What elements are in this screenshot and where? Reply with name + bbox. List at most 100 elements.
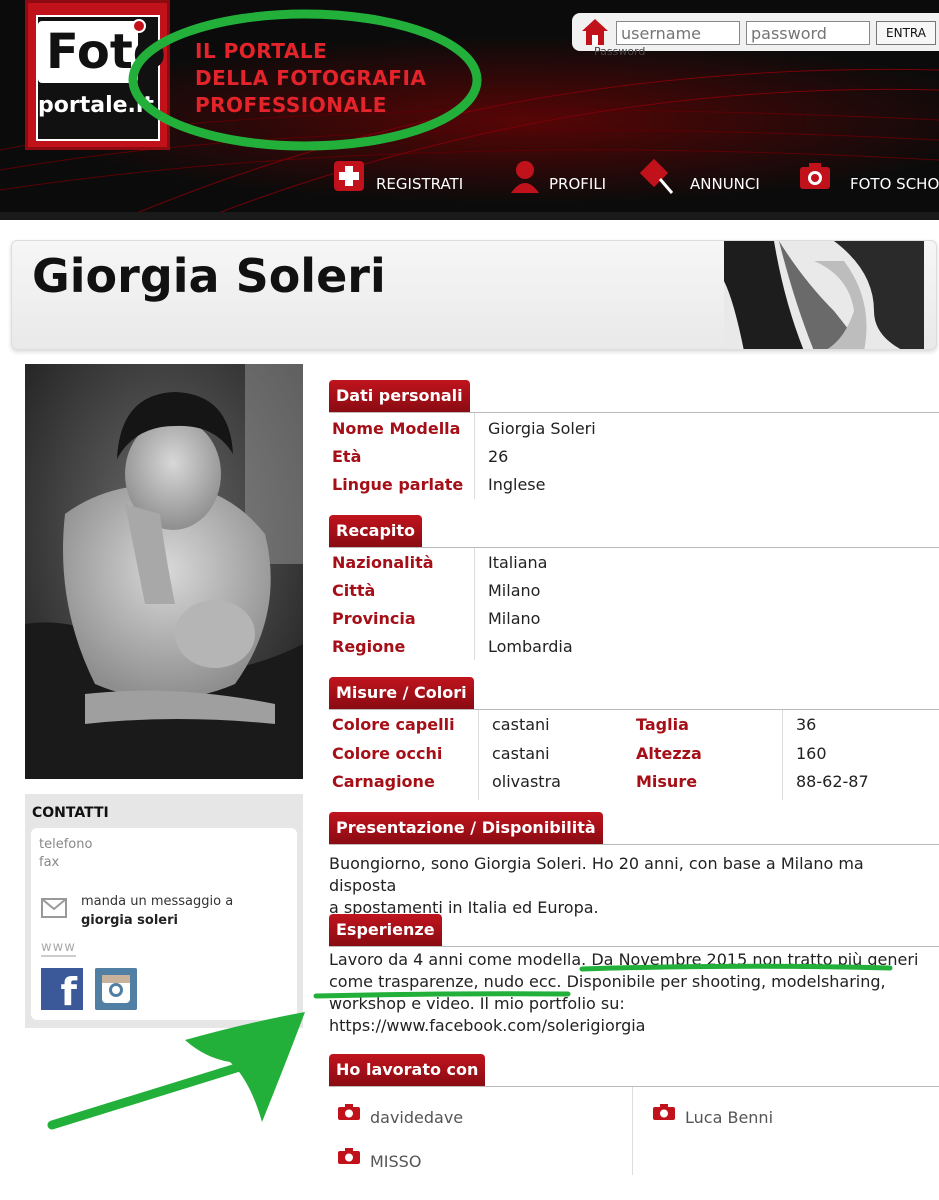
portfolio-link[interactable]: https://www.facebook.com/solerigiorgia: [329, 1015, 929, 1037]
envelope-icon[interactable]: [41, 898, 67, 918]
column-divider: [478, 710, 479, 800]
label-occhi: Colore occhi: [332, 744, 443, 763]
contacts-panel: CONTATTI telefono fax manda un messaggio…: [25, 794, 303, 1028]
camera-icon: [800, 163, 830, 189]
username-input[interactable]: [616, 21, 740, 45]
page-title: Giorgia Soleri: [32, 249, 386, 303]
label-capelli: Colore capelli: [332, 715, 455, 734]
nav-label: REGISTRATI: [376, 175, 464, 193]
section-divider: [329, 844, 939, 845]
nav-profili[interactable]: PROFILI: [508, 155, 628, 205]
section-divider: [329, 412, 939, 413]
facebook-icon[interactable]: f: [41, 968, 83, 1010]
column-divider: [474, 413, 475, 499]
label-nome: Nome Modella: [332, 419, 461, 438]
label-provincia: Provincia: [332, 609, 416, 628]
tagline-line: IL PORTALE: [195, 39, 328, 63]
value-taglia: 36: [796, 715, 817, 734]
nav-label: PROFILI: [549, 175, 607, 193]
column-divider: [474, 548, 475, 660]
column-divider: [632, 1087, 633, 1175]
logo-text: Foto: [38, 21, 166, 83]
section-divider: [329, 1086, 939, 1087]
site-tagline: IL PORTALE DELLA FOTOGRAFIA PROFESSIONAL…: [195, 38, 426, 119]
value-capelli: castani: [492, 715, 550, 734]
home-icon[interactable]: [580, 17, 610, 47]
worked-with-link[interactable]: MISSO: [370, 1152, 421, 1171]
value-misure: 88-62-87: [796, 772, 869, 791]
section-header-presentazione: Presentazione / Disponibilità: [329, 812, 603, 844]
camera-icon: [338, 1104, 360, 1120]
value-nazionalita: Italiana: [488, 553, 548, 572]
worked-with-link[interactable]: Luca Benni: [685, 1108, 773, 1127]
label-eta: Età: [332, 447, 362, 466]
value-carnagione: olivastra: [492, 772, 561, 791]
contacts-box: telefono fax manda un messaggio a giorgi…: [31, 828, 297, 1020]
logo-subtext: portale.it: [38, 93, 154, 118]
login-button[interactable]: ENTRA: [876, 21, 936, 45]
section-divider: [329, 709, 939, 710]
section-header-misure: Misure / Colori: [329, 677, 474, 709]
value-nome: Giorgia Soleri: [488, 419, 596, 438]
label-citta: Città: [332, 581, 376, 600]
value-regione: Lombardia: [488, 637, 573, 656]
column-divider: [782, 710, 783, 800]
password-label: Password: [594, 45, 646, 58]
profile-banner: Giorgia Soleri: [11, 240, 937, 350]
section-header-personal: Dati personali: [329, 380, 470, 412]
label-nazionalita: Nazionalità: [332, 553, 434, 572]
label-regione: Regione: [332, 637, 406, 656]
tagline-line: DELLA FOTOGRAFIA: [195, 66, 427, 90]
site-header: Foto portale.it IL PORTALE DELLA FOTOGRA…: [0, 0, 939, 220]
value-eta: 26: [488, 447, 509, 466]
value-citta: Milano: [488, 581, 541, 600]
phone-label: telefono: [39, 837, 93, 852]
label-altezza: Altezza: [636, 744, 702, 763]
section-divider: [329, 946, 939, 947]
nav-registrati[interactable]: REGISTRATI: [332, 155, 472, 205]
label-taglia: Taglia: [636, 715, 689, 734]
profile-photo[interactable]: [25, 364, 303, 779]
camera-icon: [653, 1104, 675, 1120]
text-line: Lavoro da 4 anni come modella. Da Novemb…: [329, 950, 919, 969]
worked-with-link[interactable]: davidedave: [370, 1108, 463, 1127]
password-input[interactable]: [746, 21, 870, 45]
nav-annunci[interactable]: ANNUNCI: [640, 155, 780, 205]
value-occhi: castani: [492, 744, 550, 763]
nav-label: FOTO SCHOO: [850, 175, 939, 193]
message-recipient[interactable]: giorgia soleri: [81, 913, 178, 928]
section-header-lavorato: Ho lavorato con: [329, 1054, 486, 1086]
label-lingue: Lingue parlate: [332, 475, 464, 494]
profile-icon: [511, 161, 539, 193]
value-lingue: Inglese: [488, 475, 546, 494]
message-text: manda un messaggio a: [81, 894, 234, 909]
text-line: come trasparenze, nudo ecc. Disponibile …: [329, 972, 886, 991]
section-header-recapito: Recapito: [329, 515, 423, 547]
nav-foto-school[interactable]: FOTO SCHOO: [798, 155, 939, 205]
presentation-text: Buongiorno, sono Giorgia Soleri. Ho 20 a…: [329, 853, 929, 919]
plus-icon: [334, 161, 364, 191]
fax-label: fax: [39, 855, 60, 870]
label-carnagione: Carnagione: [332, 772, 435, 791]
section-header-esperienze: Esperienze: [329, 914, 442, 946]
website-link[interactable]: www: [41, 940, 76, 957]
experience-text: Lavoro da 4 anni come modella. Da Novemb…: [329, 949, 929, 1037]
label-misure: Misure: [636, 772, 698, 791]
login-bar: ENTRA Password: [572, 13, 939, 58]
instagram-icon[interactable]: [95, 968, 137, 1010]
text-line: Buongiorno, sono Giorgia Soleri. Ho 20 a…: [329, 854, 864, 895]
logo-dot: [132, 19, 146, 33]
annotation-arrow-shaft: [47, 1055, 267, 1130]
annotation-arrow-head: [185, 1012, 305, 1122]
tagline-line: PROFESSIONALE: [195, 93, 387, 117]
text-line: workshop e video. Il mio portfolio su:: [329, 994, 625, 1013]
value-altezza: 160: [796, 744, 827, 763]
pin-icon: [640, 159, 674, 194]
nav-label: ANNUNCI: [690, 175, 760, 193]
camera-icon: [338, 1148, 360, 1164]
value-provincia: Milano: [488, 609, 541, 628]
section-divider: [329, 547, 939, 548]
contacts-title: CONTATTI: [32, 805, 109, 821]
site-logo[interactable]: Foto portale.it: [25, 0, 170, 150]
banner-photo: [724, 241, 924, 349]
